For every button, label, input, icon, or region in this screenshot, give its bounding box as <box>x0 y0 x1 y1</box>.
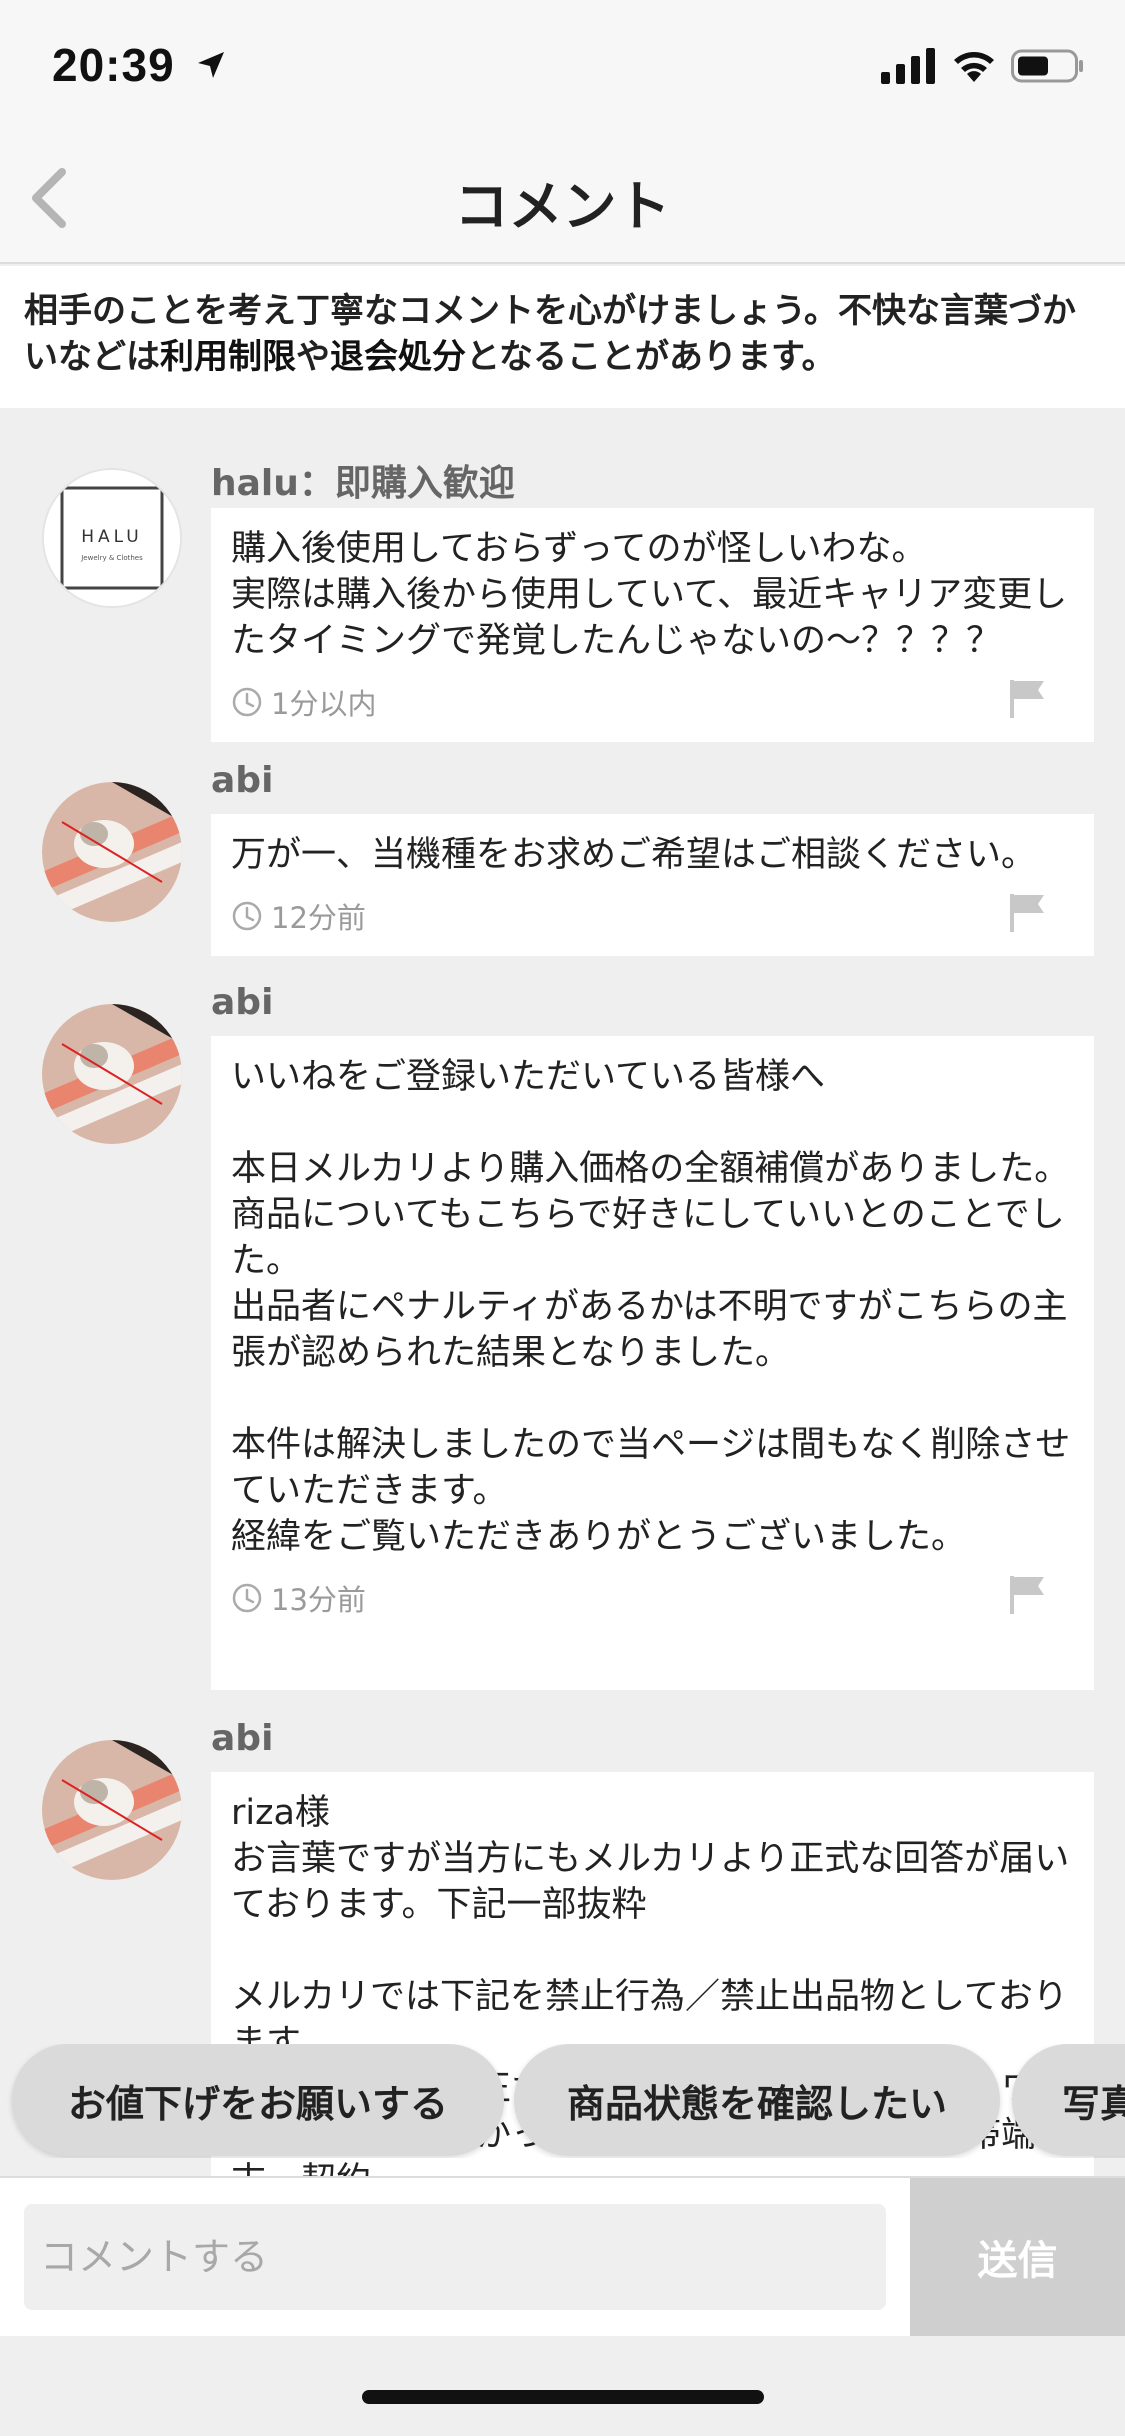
report-flag-icon[interactable] <box>1008 1574 1046 1614</box>
home-indicator-area <box>0 2336 1125 2436</box>
svg-text:HALU: HALU <box>81 527 142 547</box>
quick-reply-check-condition[interactable]: 商品状態を確認したい <box>514 2044 1000 2156</box>
comment-meta: 1分以内 <box>231 674 1074 730</box>
report-flag-icon[interactable] <box>1008 678 1046 718</box>
wifi-icon <box>954 52 994 82</box>
avatar[interactable] <box>42 782 182 922</box>
comment-bubble: 万が一、当機種をお求めご希望はご相談ください。 12分前 <box>211 814 1094 956</box>
notice-bold-account-removal: 退会処分 <box>330 337 466 377</box>
avatar[interactable]: HALU Jewelry & Clothes <box>42 468 182 608</box>
battery-icon <box>1011 49 1083 83</box>
cat-photo-avatar <box>42 782 182 922</box>
notice-text-2: や <box>296 337 330 377</box>
comment-body: 万が一、当機種をお求めご希望はご相談ください。 <box>231 835 1037 875</box>
page-title: コメント <box>454 175 671 238</box>
halu-logo-avatar: HALU Jewelry & Clothes <box>44 470 180 606</box>
quick-reply-photo[interactable]: 写真 <box>1012 2044 1125 2156</box>
quick-reply-bar: お値下げをお願いする 商品状態を確認したい 写真 <box>0 2044 1125 2158</box>
comment-bubble: 購入後使用しておらずってのが怪しいわな。 実際は購入後から使用していて、最近キャ… <box>211 508 1094 742</box>
send-button[interactable]: 送信 <box>910 2178 1125 2336</box>
clock-icon <box>232 687 262 717</box>
notice-text-3: となることがあります。 <box>466 337 836 377</box>
avatar[interactable] <box>42 1740 182 1880</box>
notice-bold-usage-restriction: 利用制限 <box>160 337 296 377</box>
comment-body: 購入後使用しておらずってのが怪しいわな。 実際は購入後から使用していて、最近キャ… <box>231 529 1068 661</box>
comment-input[interactable] <box>24 2204 886 2310</box>
comment-author[interactable]: abi <box>211 982 273 1023</box>
cat-photo-avatar <box>42 1004 182 1144</box>
cat-photo-avatar <box>42 1740 182 1880</box>
comment-guideline-notice: 相手のことを考え丁寧なコメントを心がけましょう。不快な言葉づかいなどは利用制限や… <box>0 266 1125 408</box>
comment-author[interactable]: halu：即購入歓迎 <box>211 454 515 506</box>
quick-reply-price-down[interactable]: お値下げをお願いする <box>12 2044 504 2156</box>
comment-body: いいねをご登録いただいている皆様へ 本日メルカリより購入価格の全額補償がありまし… <box>231 1057 1071 1557</box>
home-indicator[interactable] <box>362 2390 764 2404</box>
clock-icon <box>232 1583 262 1613</box>
status-time: 20:39 <box>52 39 175 91</box>
signal-icon <box>881 48 935 84</box>
comment-meta: 13分前 <box>231 1570 1074 1626</box>
comment-author[interactable]: abi <box>211 760 273 801</box>
comment-timestamp: 1分以内 <box>271 687 377 721</box>
comment-bubble: いいねをご登録いただいている皆様へ 本日メルカリより購入価格の全額補償がありまし… <box>211 1036 1094 1690</box>
comment-author[interactable]: abi <box>211 1718 273 1759</box>
location-arrow-icon <box>198 52 224 78</box>
status-bar: 20:39 <box>0 0 1125 132</box>
avatar[interactable] <box>42 1004 182 1144</box>
comment-input-bar: 送信 <box>0 2176 1125 2336</box>
svg-text:Jewelry & Clothes: Jewelry & Clothes <box>80 554 143 562</box>
comment-timestamp: 13分前 <box>271 1583 366 1617</box>
report-flag-icon[interactable] <box>1008 892 1046 932</box>
clock-icon <box>232 901 262 931</box>
nav-bar: コメント <box>0 132 1125 264</box>
comment-meta: 12分前 <box>231 888 1074 944</box>
comment-list[interactable]: HALU Jewelry & Clothes halu：即購入歓迎 購入後使用し… <box>0 408 1125 2176</box>
comment-timestamp: 12分前 <box>271 901 366 935</box>
